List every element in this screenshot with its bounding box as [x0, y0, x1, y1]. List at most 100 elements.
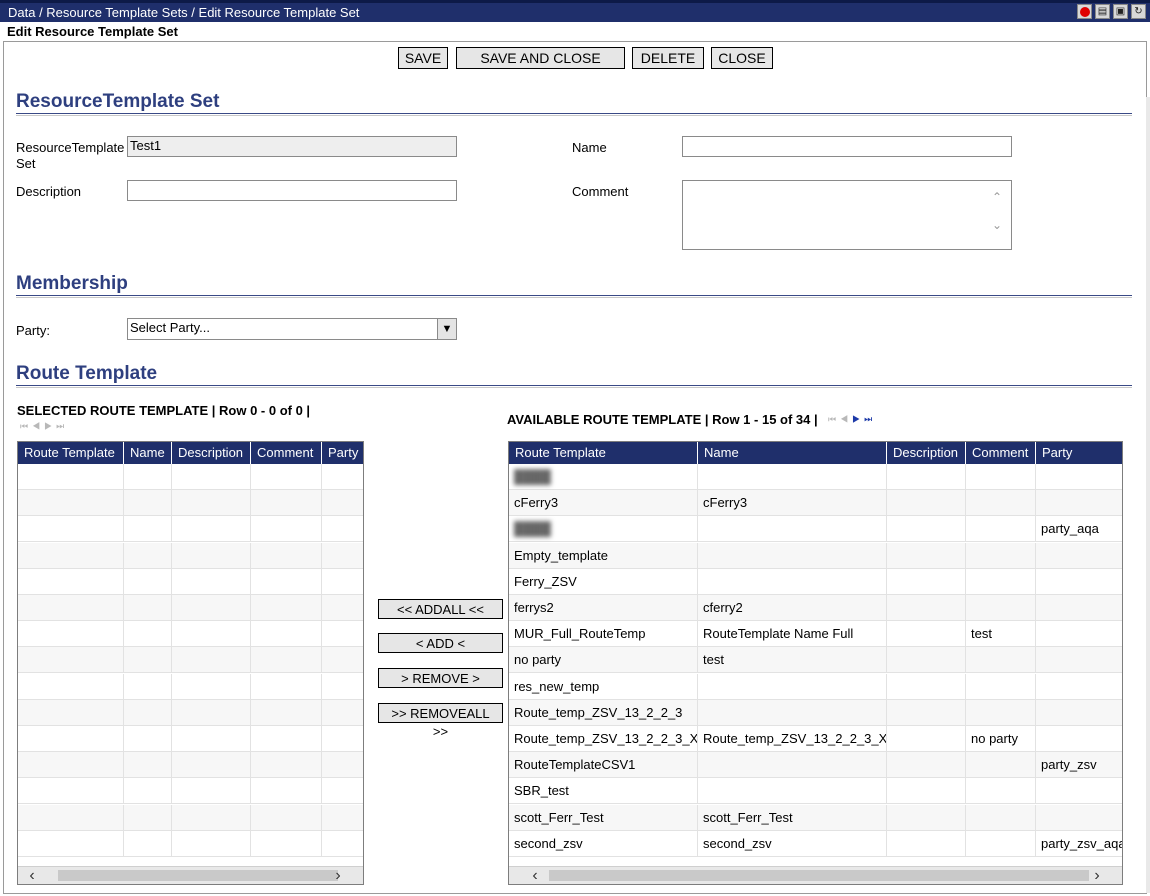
column-header[interactable]: Description [172, 442, 251, 464]
table-cell-description [887, 752, 966, 779]
table-cell [251, 830, 322, 857]
scroll-left-icon[interactable]: ‹ [18, 867, 46, 884]
last-page-icon[interactable]: ⏭ [864, 414, 876, 424]
table-row[interactable]: no party test [509, 647, 1122, 674]
redacted-text: ████ [514, 469, 551, 484]
column-header[interactable]: Party [322, 442, 363, 464]
lock-icon[interactable]: ▣ [1113, 4, 1128, 19]
grid-header: Route Template Name Description Comment Part… [18, 442, 363, 464]
table-row[interactable]: scott_Ferr_Test scott_Ferr_Test [509, 804, 1122, 831]
table-cell [18, 516, 124, 543]
remove-all-button[interactable]: >> REMOVEALL >> [378, 703, 503, 739]
remove-button[interactable]: > REMOVE > [378, 668, 503, 688]
column-header[interactable]: Description [887, 442, 966, 464]
table-cell-comment [966, 542, 1036, 569]
table-row [18, 752, 363, 779]
table-cell-party: party_aqa [1036, 516, 1122, 542]
table-row [18, 568, 363, 595]
table-cell-comment [966, 778, 1036, 805]
scroll-thumb[interactable] [549, 870, 1089, 881]
table-cell [322, 490, 363, 516]
table-cell-party [1036, 595, 1122, 621]
column-header[interactable]: Party [1036, 442, 1122, 464]
table-row[interactable]: ferrys2 cferry2 [509, 595, 1122, 621]
first-page-icon[interactable]: ⏮ [20, 421, 32, 431]
party-select[interactable]: Select Party... [127, 318, 457, 340]
table-cell-description [887, 699, 966, 726]
table-cell [322, 726, 363, 752]
delete-button[interactable]: DELETE [632, 47, 704, 69]
column-header[interactable]: Route Template [18, 442, 124, 464]
table-cell [172, 516, 251, 543]
table-row[interactable]: cFerry3 cFerry3 [509, 490, 1122, 517]
table-cell [124, 726, 172, 752]
scroll-thumb[interactable] [58, 870, 338, 881]
table-cell [18, 490, 124, 517]
chevron-up-icon[interactable]: ⌃ [992, 190, 1002, 204]
selected-grid-title: SELECTED ROUTE TEMPLATE | Row 0 - 0 of 0… [17, 403, 311, 418]
table-cell-name: test [698, 647, 887, 674]
column-header[interactable]: Comment [966, 442, 1036, 464]
add-all-button[interactable]: << ADDALL << [378, 599, 503, 619]
table-cell-party [1036, 674, 1122, 700]
table-cell [172, 726, 251, 752]
table-cell-name: cferry2 [698, 595, 887, 621]
table-row [18, 804, 363, 831]
first-page-icon[interactable]: ⏮ [828, 414, 840, 424]
table-row[interactable]: MUR_Full_RouteTemp RouteTemplate Name Ful… [509, 621, 1122, 648]
horizontal-scrollbar[interactable]: ‹ › [18, 866, 363, 884]
table-row[interactable]: second_zsv second_zsv party_zsv_aqa [509, 830, 1122, 857]
scroll-right-icon[interactable]: › [324, 867, 352, 884]
table-cell-party [1036, 805, 1122, 831]
table-row[interactable]: ████ [509, 464, 1122, 490]
table-cell [18, 804, 124, 831]
available-grid-title: AVAILABLE ROUTE TEMPLATE | Row 1 - 15 of… [507, 412, 818, 427]
name-label: Name [572, 140, 607, 155]
column-header[interactable]: Comment [251, 442, 322, 464]
table-cell-description [887, 542, 966, 569]
vertical-scrollbar[interactable] [1146, 97, 1150, 893]
table-row [18, 490, 363, 517]
save-and-close-button[interactable]: SAVE AND CLOSE [456, 47, 625, 69]
save-icon[interactable]: ▤ [1095, 4, 1110, 19]
scroll-right-icon[interactable]: › [1083, 867, 1111, 884]
table-cell [322, 621, 363, 647]
next-page-icon[interactable]: ▶ [852, 414, 864, 424]
table-cell [18, 752, 124, 779]
name-field[interactable] [682, 136, 1012, 157]
chevron-down-icon[interactable]: ⌄ [992, 218, 1002, 232]
table-cell [322, 831, 363, 857]
scroll-left-icon[interactable]: ‹ [521, 867, 549, 884]
horizontal-scrollbar[interactable]: ‹ › [509, 866, 1122, 884]
add-button[interactable]: < ADD < [378, 633, 503, 653]
table-row[interactable]: res_new_temp [509, 673, 1122, 700]
table-cell-name [698, 516, 887, 543]
table-row[interactable]: Route_temp_ZSV_13_2_2_3 [509, 699, 1122, 726]
table-row[interactable]: Ferry_ZSV [509, 568, 1122, 595]
save-button[interactable]: SAVE [398, 47, 448, 69]
table-row[interactable]: ████ party_aqa [509, 516, 1122, 543]
column-header[interactable]: Route Template [509, 442, 698, 464]
dropdown-arrow-icon[interactable]: ▼ [437, 319, 456, 339]
table-cell-name [698, 464, 887, 490]
page-subtitle: Edit Resource Template Set [7, 24, 178, 39]
table-cell-comment [966, 699, 1036, 726]
table-row[interactable]: Empty_template [509, 542, 1122, 569]
table-cell-route: no party [509, 647, 698, 674]
description-field[interactable] [127, 180, 457, 201]
table-row [18, 830, 363, 857]
table-cell [124, 673, 172, 700]
record-icon[interactable] [1077, 4, 1092, 19]
prev-page-icon[interactable]: ◀ [32, 421, 44, 431]
table-row[interactable]: SBR_test [509, 778, 1122, 805]
table-row[interactable]: RouteTemplateCSV1 party_zsv [509, 752, 1122, 779]
column-header[interactable]: Name [698, 442, 887, 464]
prev-page-icon[interactable]: ◀ [840, 414, 852, 424]
refresh-icon[interactable]: ↻ [1131, 4, 1146, 19]
last-page-icon[interactable]: ⏭ [56, 421, 68, 431]
close-button[interactable]: CLOSE [711, 47, 773, 69]
column-header[interactable]: Name [124, 442, 172, 464]
table-row[interactable]: Route_temp_ZSV_13_2_2_3_X Route_temp_ZSV_… [509, 726, 1122, 752]
next-page-icon[interactable]: ▶ [44, 421, 56, 431]
comment-textarea[interactable] [682, 180, 1012, 250]
